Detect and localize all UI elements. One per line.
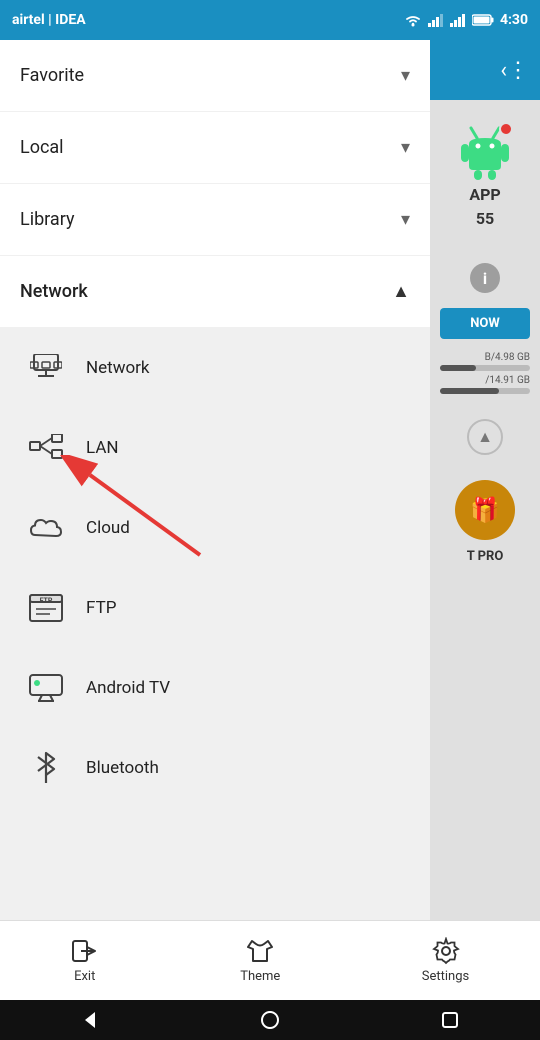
library-label: Library <box>20 209 75 230</box>
submenu-item-ftp[interactable]: FTP FTP <box>0 568 430 648</box>
drawer: Favorite ▾ Local ▾ Library ▾ Network ▲ <box>0 40 430 920</box>
lan-icon <box>28 430 64 466</box>
ftp-item-label: FTP <box>86 598 116 618</box>
bluetooth-item-label: Bluetooth <box>86 758 159 778</box>
exit-label: Exit <box>74 969 95 984</box>
androidtv-item-label: Android TV <box>86 678 170 698</box>
bottom-nav: Exit Theme Settings <box>0 920 540 1000</box>
android-nav-bar <box>0 1000 540 1040</box>
back-nav-button[interactable] <box>79 1009 101 1031</box>
nav-settings[interactable]: Settings <box>402 929 489 992</box>
carrier-text: airtel | IDEA <box>12 12 86 28</box>
storage-text-2: /14.91 GB <box>440 375 530 386</box>
chevron-down-icon: ▾ <box>401 137 410 158</box>
network-icon <box>28 350 64 386</box>
svg-text:FTP: FTP <box>40 597 53 605</box>
submenu-item-bluetooth[interactable]: Bluetooth <box>0 728 430 808</box>
theme-icon <box>246 937 274 965</box>
cloud-item-label: Cloud <box>86 518 130 538</box>
nav-theme[interactable]: Theme <box>220 929 300 992</box>
app-number: 55 <box>476 209 494 228</box>
local-label: Local <box>20 137 64 158</box>
info-icon[interactable]: i <box>470 263 500 293</box>
now-button[interactable]: NOW <box>440 308 530 339</box>
right-panel: ‹ ⋮ <box>430 40 540 920</box>
settings-label: Settings <box>422 969 469 984</box>
back-button[interactable]: ‹ <box>500 58 507 83</box>
lan-item-label: LAN <box>86 438 119 458</box>
submenu-item-cloud[interactable]: Cloud <box>0 488 430 568</box>
chevron-up-icon: ▲ <box>392 281 410 302</box>
right-panel-content: APP 55 i NOW B/4.98 GB /14.91 GB ▲ 🎁 T P… <box>435 100 535 574</box>
home-nav-button[interactable] <box>259 1009 281 1031</box>
carrier-info: airtel | IDEA <box>12 12 86 28</box>
storage-text-1: B/4.98 GB <box>440 352 530 363</box>
cloud-icon <box>28 510 64 546</box>
submenu-item-lan[interactable]: LAN <box>0 408 430 488</box>
sidebar-item-network[interactable]: Network ▲ <box>0 256 430 328</box>
submenu-item-network[interactable]: Network <box>0 328 430 408</box>
sidebar-item-local[interactable]: Local ▾ <box>0 112 430 184</box>
right-top-bar: ‹ ⋮ <box>430 40 540 100</box>
signal-icon <box>428 13 444 27</box>
gift-button[interactable]: 🎁 <box>455 480 515 540</box>
pro-label: T PRO <box>467 549 504 564</box>
battery-icon <box>472 14 494 26</box>
android-icon <box>455 120 515 180</box>
main-container: Favorite ▾ Local ▾ Library ▾ Network ▲ <box>0 40 540 920</box>
sidebar-item-library[interactable]: Library ▾ <box>0 184 430 256</box>
nav-exit[interactable]: Exit <box>51 929 119 992</box>
network-submenu: Network LAN <box>0 328 430 920</box>
status-icons: 4:30 <box>404 12 528 28</box>
storage-fill-2 <box>440 388 499 394</box>
collapse-button[interactable]: ▲ <box>467 419 503 455</box>
notification-dot <box>499 122 513 136</box>
more-options-icon[interactable]: ⋮ <box>507 58 530 83</box>
bluetooth-icon <box>28 750 64 786</box>
exit-icon <box>71 937 99 965</box>
status-bar: airtel | IDEA 4:30 <box>0 0 540 40</box>
chevron-down-icon: ▾ <box>401 65 410 86</box>
ftp-icon: FTP <box>28 590 64 626</box>
time-text: 4:30 <box>500 12 528 28</box>
favorite-label: Favorite <box>20 65 84 86</box>
submenu-item-androidtv[interactable]: Android TV <box>0 648 430 728</box>
chevron-down-icon: ▾ <box>401 209 410 230</box>
settings-icon <box>432 937 460 965</box>
network-label: Network <box>20 281 88 302</box>
sidebar-item-favorite[interactable]: Favorite ▾ <box>0 40 430 112</box>
recents-nav-button[interactable] <box>439 1009 461 1031</box>
tv-icon <box>28 670 64 706</box>
app-label: APP <box>469 185 500 204</box>
storage-info: B/4.98 GB /14.91 GB <box>440 352 530 394</box>
wifi-icon <box>404 13 422 27</box>
network-item-label: Network <box>86 358 150 378</box>
theme-label: Theme <box>240 969 280 984</box>
signal-icon-2 <box>450 13 466 27</box>
storage-fill-1 <box>440 365 476 371</box>
